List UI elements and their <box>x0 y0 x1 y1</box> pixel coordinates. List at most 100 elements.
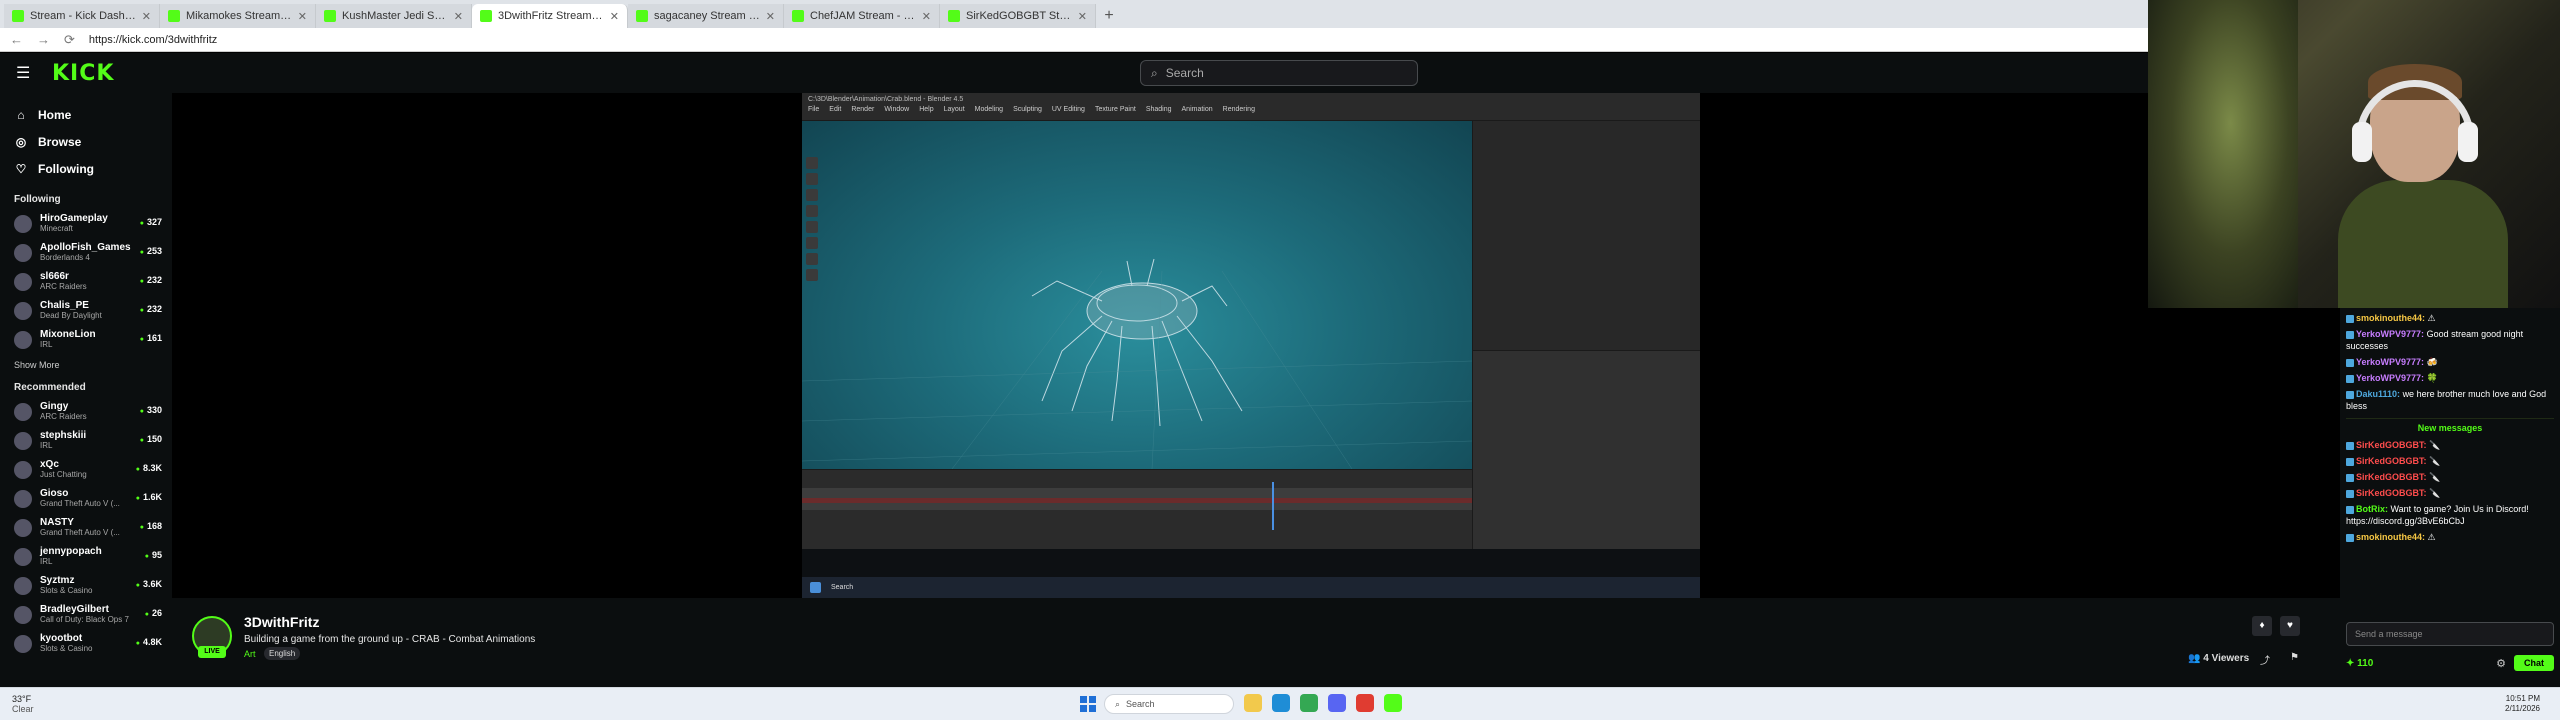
chat-username[interactable]: YerkoWPV9777: <box>2356 373 2424 383</box>
nav-following[interactable]: ♡ Following <box>14 155 172 182</box>
chat-text: 🔪 <box>2429 456 2441 466</box>
chat-username[interactable]: smokinouthe44: <box>2356 532 2425 542</box>
browser-tab[interactable]: ChefJAM Stream - Watch Live on K... ✕ <box>784 4 940 28</box>
new-tab-button[interactable]: + <box>1096 4 1122 28</box>
sidebar: ⌂ Home ◎ Browse ♡ Following Following Hi… <box>0 93 172 687</box>
channel-item[interactable]: GiosoGrand Theft Auto V (...1.6K <box>14 484 172 513</box>
browser-tab[interactable]: Stream - Kick Dashboard ✕ <box>4 4 160 28</box>
share-icon[interactable]: ⤴ <box>2260 652 2270 667</box>
chat-input[interactable]: Send a message <box>2346 622 2554 646</box>
reload-icon[interactable]: ⟳ <box>64 32 75 48</box>
chat-username[interactable]: YerkoWPV9777: <box>2356 357 2424 367</box>
browser-tab[interactable]: Mikamokes Stream - Watch Live o... ✕ <box>160 4 316 28</box>
tab-title: Stream - Kick Dashboard <box>30 10 136 22</box>
language-tag[interactable]: English <box>264 647 301 660</box>
weather-widget[interactable]: 33°F Clear <box>12 694 34 714</box>
crab-model <box>802 258 1473 470</box>
streamer-name[interactable]: 3DwithFritz <box>244 614 319 630</box>
video-player[interactable]: C:\3D\Blender\Animation\Crab.blend - Ble… <box>802 93 1700 598</box>
search-input[interactable]: ⌕ Search <box>1140 60 1418 86</box>
browser-tab[interactable]: sagacaney Stream - Watch Live o... ✕ <box>628 4 784 28</box>
site-header: ☰ KICK ⌕ Search <box>0 53 2148 93</box>
channel-item[interactable]: jennypopachIRL95 <box>14 542 172 571</box>
channel-item[interactable]: Chalis_PEDead By Daylight232 <box>14 296 172 325</box>
close-icon[interactable]: ✕ <box>766 10 775 23</box>
blender-menu-item: File <box>808 106 820 113</box>
channel-points[interactable]: ✦ 110 <box>2346 658 2373 669</box>
viewer-count: 4.8K <box>136 637 162 647</box>
start-button[interactable] <box>1080 696 1096 712</box>
channel-item[interactable]: MixoneLionIRL161 <box>14 325 172 354</box>
settings-icon[interactable]: ⚙ <box>2496 657 2506 670</box>
channel-item[interactable]: xQcJust Chatting8.3K <box>14 455 172 484</box>
show-more-link[interactable]: Show More <box>14 360 172 370</box>
badge-icon <box>2346 533 2354 542</box>
chat-username[interactable]: SirKedGOBGBT: <box>2356 440 2427 450</box>
menu-icon[interactable]: ☰ <box>16 63 32 83</box>
browser-tab[interactable]: SirKedGOBGBT Stream - Watch Live... ✕ <box>940 4 1096 28</box>
channel-item[interactable]: stephskiiiIRL150 <box>14 426 172 455</box>
close-icon[interactable]: ✕ <box>142 10 151 23</box>
heart-icon: ♥ <box>2287 620 2293 631</box>
file-explorer-icon[interactable] <box>1244 694 1262 712</box>
viewer-count: 232 <box>140 275 162 285</box>
chat-text: 🍀 <box>2426 373 2438 383</box>
close-icon[interactable]: ✕ <box>298 10 307 23</box>
browser-tab[interactable]: 3DwithFritz Stream - Watch Live o... ✕ <box>472 4 628 28</box>
channel-item[interactable]: HiroGameplayMinecraft327 <box>14 209 172 238</box>
nav-home[interactable]: ⌂ Home <box>14 101 172 128</box>
close-icon[interactable]: ✕ <box>922 10 931 23</box>
viewer-count: 95 <box>145 550 162 560</box>
back-icon[interactable]: ← <box>10 32 23 47</box>
blender-menus: File Edit Render Window Help Layout Modeling Sc… <box>802 106 1700 113</box>
app-icon[interactable] <box>1328 694 1346 712</box>
close-icon[interactable]: ✕ <box>454 10 463 23</box>
chat-username[interactable]: SirKedGOBGBT: <box>2356 456 2427 466</box>
close-icon[interactable]: ✕ <box>1078 10 1087 23</box>
channel-item[interactable]: sl666rARC Raiders232 <box>14 267 172 296</box>
channel-item[interactable]: SyztmzSlots & Casino3.6K <box>14 571 172 600</box>
channel-item[interactable]: NASTYGrand Theft Auto V (...168 <box>14 513 172 542</box>
report-icon[interactable]: ⚑ <box>2290 652 2299 663</box>
channel-item[interactable]: BradleyGilbertCall of Duty: Black Ops 72… <box>14 600 172 629</box>
channel-item[interactable]: ApolloFish_GamesBorderlands 4253 <box>14 238 172 267</box>
avatar <box>14 402 32 421</box>
badge-icon <box>2346 374 2354 383</box>
avatar <box>14 272 32 291</box>
chat-username[interactable]: Daku1110: <box>2356 389 2400 399</box>
edge-icon[interactable] <box>1272 694 1290 712</box>
system-tray[interactable]: 10:51 PM 2/11/2026 <box>2400 694 2540 714</box>
avatar <box>14 518 32 537</box>
stream-category[interactable]: Art <box>244 649 256 659</box>
avatar <box>14 243 32 262</box>
chat-username[interactable]: YerkoWPV9777: <box>2356 329 2424 339</box>
new-messages-divider[interactable]: New messages <box>2346 418 2554 433</box>
app-icon[interactable] <box>1356 694 1374 712</box>
chat-username[interactable]: SirKedGOBGBT: <box>2356 488 2427 498</box>
send-chat-button[interactable]: Chat <box>2514 655 2554 671</box>
avatar <box>14 214 32 233</box>
chat-username[interactable]: BotRix: <box>2356 504 2388 514</box>
kick-app-icon[interactable] <box>1384 694 1402 712</box>
blender-viewport <box>802 121 1473 470</box>
chrome-icon[interactable] <box>1300 694 1318 712</box>
browser-tab[interactable]: KushMaster Jedi Stream - Watch Li... ✕ <box>316 4 472 28</box>
chat-username[interactable]: smokinouthe44: <box>2356 313 2425 323</box>
channel-item[interactable]: GingyARC Raiders330 <box>14 397 172 426</box>
chat-message: SirKedGOBGBT: 🔪 <box>2346 455 2554 467</box>
avatar <box>14 634 32 653</box>
taskbar-search[interactable]: ⌕ Search <box>1104 694 1234 714</box>
chat-username[interactable]: SirKedGOBGBT: <box>2356 472 2427 482</box>
kick-logo[interactable]: KICK <box>52 61 114 86</box>
close-icon[interactable]: ✕ <box>610 10 619 23</box>
chat-text: 🔪 <box>2429 472 2441 482</box>
badge-icon <box>2346 314 2354 323</box>
weather-temp: 33°F <box>12 694 32 704</box>
tab-title: KushMaster Jedi Stream - Watch Li... <box>342 10 448 22</box>
gift-button[interactable]: ♦ <box>2252 616 2272 636</box>
nav-browse[interactable]: ◎ Browse <box>14 128 172 155</box>
channel-item[interactable]: kyootbotSlots & Casino4.8K <box>14 629 172 658</box>
forward-icon[interactable]: → <box>37 32 50 47</box>
url-field[interactable]: https://kick.com/3dwithfritz <box>89 34 217 46</box>
follow-button[interactable]: ♥ <box>2280 616 2300 636</box>
